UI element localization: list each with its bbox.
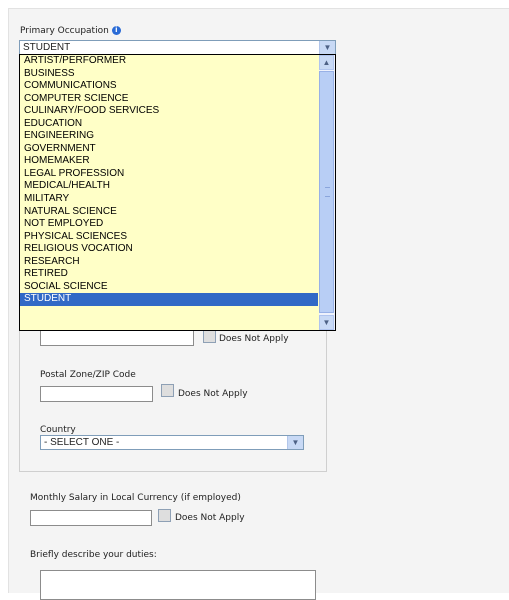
dropdown-option[interactable]: RETIRED: [20, 268, 318, 281]
dropdown-option[interactable]: NOT EMPLOYED: [20, 218, 318, 231]
dropdown-option[interactable]: CULINARY/FOOD SERVICES: [20, 105, 318, 118]
dropdown-scrollbar[interactable]: ▲ ▼: [319, 55, 335, 330]
occupation-options: ARTIST/PERFORMER BUSINESS COMMUNICATIONS CO…: [20, 55, 318, 306]
duties-textarea[interactable]: [40, 570, 316, 600]
occupation-dropdown-list[interactable]: ARTIST/PERFORMER BUSINESS COMMUNICATIONS CO…: [19, 54, 336, 331]
dropdown-option[interactable]: COMPUTER SCIENCE: [20, 93, 318, 106]
dropdown-option[interactable]: SOCIAL SCIENCE: [20, 281, 318, 294]
city-does-not-apply-checkbox[interactable]: [203, 330, 216, 343]
salary-input[interactable]: [30, 510, 152, 526]
scrollbar-thumb[interactable]: [319, 71, 334, 313]
occupation-label-row: Primary Occupation i: [20, 26, 121, 36]
salary-does-not-apply-label: Does Not Apply: [175, 513, 245, 523]
postal-input[interactable]: [40, 386, 153, 402]
dropdown-option[interactable]: LEGAL PROFESSION: [20, 168, 318, 181]
occupation-selected-value: STUDENT: [23, 42, 71, 53]
salary-label: Monthly Salary in Local Currency (if emp…: [30, 493, 241, 503]
postal-does-not-apply-checkbox[interactable]: [161, 384, 174, 397]
occupation-label: Primary Occupation: [20, 26, 109, 36]
dropdown-option[interactable]: STUDENT: [20, 293, 318, 306]
dropdown-option[interactable]: MEDICAL/HEALTH: [20, 180, 318, 193]
salary-does-not-apply-checkbox[interactable]: [158, 509, 171, 522]
city-input[interactable]: [40, 330, 194, 346]
dropdown-option[interactable]: COMMUNICATIONS: [20, 80, 318, 93]
duties-label: Briefly describe your duties:: [30, 550, 157, 560]
dropdown-option[interactable]: MILITARY: [20, 193, 318, 206]
chevron-down-icon[interactable]: ▼: [319, 315, 334, 330]
postal-does-not-apply-label: Does Not Apply: [178, 389, 248, 399]
dropdown-option[interactable]: ENGINEERING: [20, 130, 318, 143]
dropdown-option[interactable]: RESEARCH: [20, 256, 318, 269]
dropdown-option[interactable]: RELIGIOUS VOCATION: [20, 243, 318, 256]
dropdown-option[interactable]: EDUCATION: [20, 118, 318, 131]
city-does-not-apply-label: Does Not Apply: [219, 334, 289, 344]
info-icon[interactable]: i: [111, 26, 121, 35]
dropdown-option[interactable]: PHYSICAL SCIENCES: [20, 231, 318, 244]
chevron-down-icon[interactable]: ▼: [287, 436, 303, 449]
occupation-select[interactable]: STUDENT ▼: [19, 40, 336, 55]
dropdown-option[interactable]: ARTIST/PERFORMER: [20, 55, 318, 68]
dropdown-option[interactable]: GOVERNMENT: [20, 143, 318, 156]
chevron-up-icon[interactable]: ▲: [319, 55, 334, 70]
dropdown-option[interactable]: HOMEMAKER: [20, 155, 318, 168]
grip-icon: [325, 187, 330, 197]
country-selected-value: - SELECT ONE -: [44, 437, 120, 448]
country-select[interactable]: - SELECT ONE - ▼: [40, 435, 304, 450]
postal-label: Postal Zone/ZIP Code: [40, 370, 136, 380]
chevron-down-icon[interactable]: ▼: [319, 41, 335, 54]
dropdown-option[interactable]: NATURAL SCIENCE: [20, 206, 318, 219]
country-label: Country: [40, 425, 76, 435]
dropdown-option[interactable]: BUSINESS: [20, 68, 318, 81]
